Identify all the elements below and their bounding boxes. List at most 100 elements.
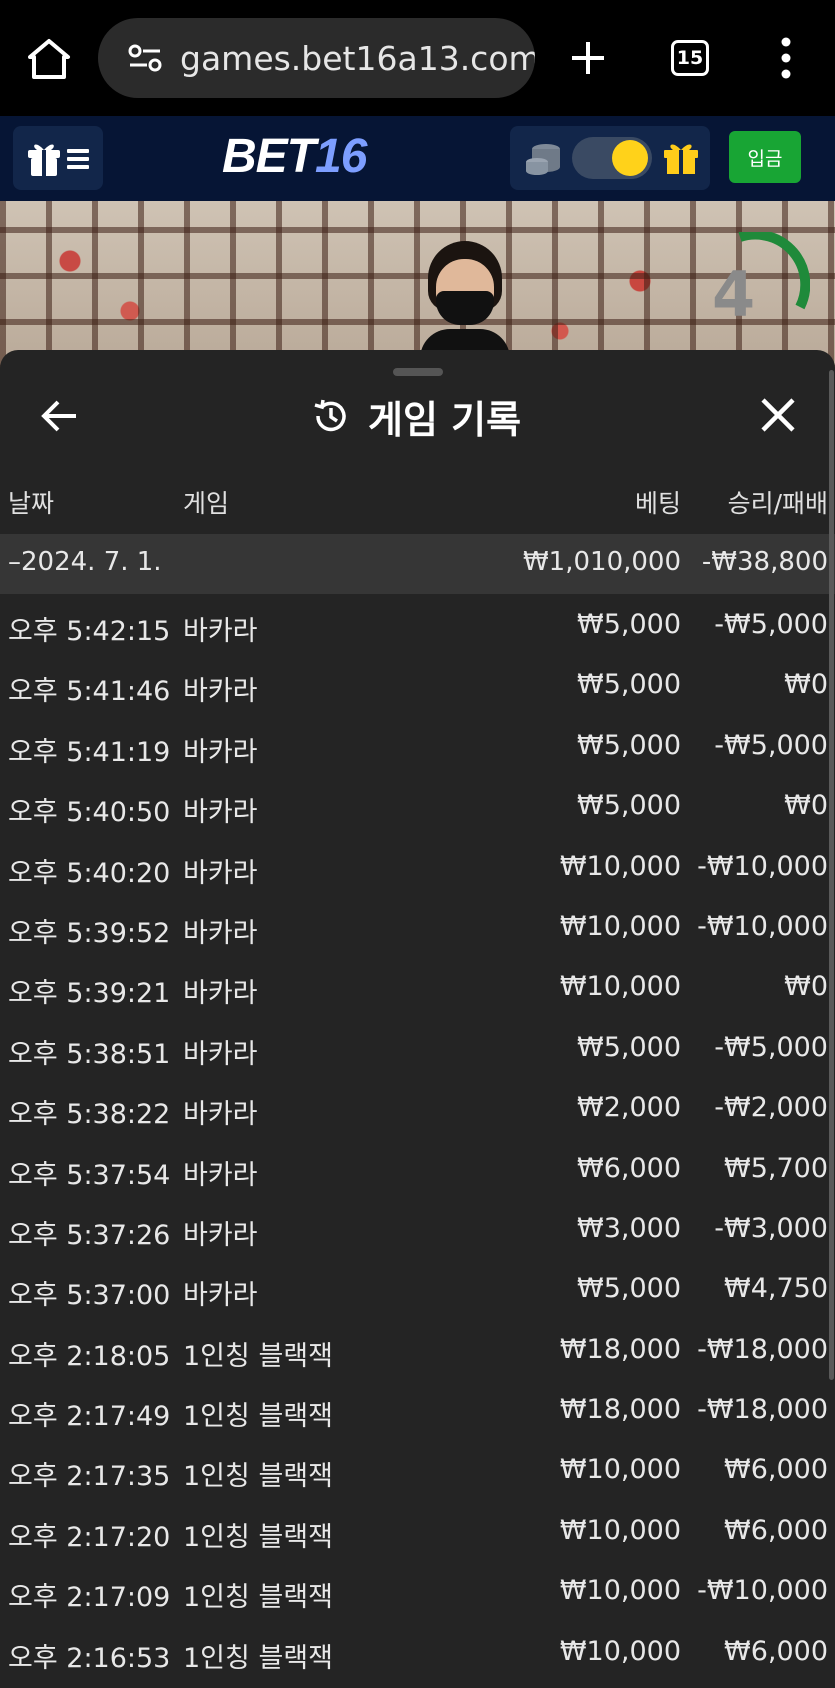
- row-game: 바카라: [183, 917, 258, 949]
- row-result: -₩5,000: [714, 729, 828, 761]
- row-bet: ₩2,000: [577, 1092, 681, 1124]
- row-result: -₩10,000: [697, 1575, 828, 1607]
- row-result: -₩5,000: [714, 609, 828, 640]
- scrollbar[interactable]: [829, 370, 834, 1380]
- brand-logo[interactable]: BET16: [222, 129, 367, 184]
- row-game: 1인칭 블랙잭: [183, 1340, 333, 1372]
- gift-menu-icon: [28, 144, 89, 176]
- row-game: 바카라: [183, 1159, 258, 1191]
- row-game: 1인칭 블랙잭: [183, 1582, 333, 1614]
- row-bet: ₩5,000: [577, 790, 681, 822]
- more-menu-icon[interactable]: [776, 36, 796, 80]
- history-row[interactable]: 오후 5:37:00 바카라 ₩5,000 ₩4,750: [0, 1258, 835, 1318]
- column-header-date: 날짜: [8, 489, 55, 518]
- sheet-drag-handle[interactable]: [393, 368, 443, 376]
- coins-icon[interactable]: [524, 142, 564, 176]
- row-result: -₩3,000: [714, 1212, 828, 1244]
- deposit-button[interactable]: 입금: [729, 131, 801, 183]
- row-time: 오후 2:16:53: [8, 1642, 171, 1674]
- row-result: ₩0: [784, 971, 828, 1003]
- history-row[interactable]: 오후 5:37:54 바카라 ₩6,000 ₩5,700: [0, 1138, 835, 1198]
- site-settings-icon[interactable]: [128, 44, 162, 72]
- row-game: 1인칭 블랙잭: [183, 1521, 333, 1553]
- toggle-knob: [612, 140, 648, 176]
- row-game: 바카라: [183, 978, 258, 1010]
- row-time: 오후 5:39:21: [8, 978, 171, 1010]
- history-row[interactable]: 오후 5:38:22 바카라 ₩2,000 -₩2,000: [0, 1077, 835, 1137]
- history-list: 오후 5:42:15 바카라 ₩5,000 -₩5,000 오후 5:41:46 바카라 ₩…: [0, 594, 835, 1681]
- history-row[interactable]: 오후 2:16:53 1인칭 블랙잭 ₩10,000 ₩6,000: [0, 1621, 835, 1681]
- column-header-game: 게임: [183, 489, 230, 518]
- sheet-header: 게임 기록: [310, 388, 521, 444]
- history-row[interactable]: 오후 2:17:09 1인칭 블랙잭 ₩10,000 -₩10,000: [0, 1560, 835, 1620]
- row-time: 오후 5:42:15: [8, 616, 171, 647]
- history-row[interactable]: 오후 2:17:49 1인칭 블랙잭 ₩18,000 -₩18,000: [0, 1379, 835, 1439]
- history-row[interactable]: 오후 5:37:26 바카라 ₩3,000 -₩3,000: [0, 1198, 835, 1258]
- row-game: 바카라: [183, 857, 258, 889]
- row-bet: ₩3,000: [577, 1212, 681, 1244]
- row-time: 오후 5:37:00: [8, 1280, 171, 1312]
- history-icon: [314, 399, 346, 432]
- history-row[interactable]: 오후 5:40:20 바카라 ₩10,000 -₩10,000: [0, 836, 835, 896]
- row-result: ₩0: [784, 790, 828, 822]
- row-bet: ₩10,000: [559, 971, 681, 1003]
- column-header-result: 승리/패배: [727, 489, 828, 518]
- row-time: 오후 2:17:09: [8, 1582, 171, 1614]
- history-row[interactable]: 오후 2:18:05 1인칭 블랙잭 ₩18,000 -₩18,000: [0, 1319, 835, 1379]
- row-game: 바카라: [183, 1099, 258, 1131]
- countdown-timer: 4: [712, 258, 756, 331]
- row-bet: ₩5,000: [577, 1273, 681, 1305]
- history-row[interactable]: 오후 5:39:52 바카라 ₩10,000 -₩10,000: [0, 896, 835, 956]
- row-bet: ₩5,000: [577, 669, 681, 701]
- history-row[interactable]: 오후 5:41:19 바카라 ₩5,000 -₩5,000: [0, 715, 835, 775]
- group-date: –2024. 7. 1.: [8, 547, 162, 577]
- row-time: 오후 5:40:50: [8, 797, 171, 829]
- new-tab-icon[interactable]: [568, 36, 608, 80]
- row-game: 바카라: [183, 616, 258, 647]
- gift-icon[interactable]: [662, 140, 700, 176]
- gift-menu-button[interactable]: [13, 126, 103, 190]
- row-bet: ₩10,000: [559, 1635, 681, 1667]
- row-result: ₩5,700: [724, 1152, 828, 1184]
- column-header-bet: 베팅: [634, 489, 681, 518]
- row-result: ₩4,750: [724, 1273, 828, 1305]
- history-row[interactable]: 오후 5:42:15 바카라 ₩5,000 -₩5,000: [0, 594, 835, 654]
- row-bet: ₩18,000: [559, 1394, 681, 1426]
- browser-toolbar: games.bet16a13.com/l 15: [0, 0, 835, 116]
- back-arrow-icon[interactable]: [38, 395, 80, 437]
- history-row[interactable]: 오후 2:17:35 1인칭 블랙잭 ₩10,000 ₩6,000: [0, 1439, 835, 1499]
- row-bet: ₩10,000: [559, 910, 681, 942]
- row-bet: ₩10,000: [559, 1454, 681, 1486]
- row-bet: ₩5,000: [577, 609, 681, 640]
- row-result: -₩2,000: [714, 1092, 828, 1124]
- row-result: -₩18,000: [697, 1394, 828, 1426]
- row-game: 바카라: [183, 797, 258, 829]
- date-group-row[interactable]: –2024. 7. 1. ₩1,010,000 -₩38,800: [0, 534, 835, 594]
- row-time: 오후 5:39:52: [8, 917, 171, 949]
- close-icon[interactable]: [758, 395, 798, 435]
- history-row[interactable]: 오후 5:38:51 바카라 ₩5,000 -₩5,000: [0, 1017, 835, 1077]
- row-time: 오후 2:18:05: [8, 1340, 171, 1372]
- home-icon[interactable]: [26, 36, 72, 82]
- row-result: ₩6,000: [724, 1635, 828, 1667]
- address-bar[interactable]: games.bet16a13.com/l: [98, 18, 535, 98]
- history-row[interactable]: 오후 5:39:21 바카라 ₩10,000 ₩0: [0, 956, 835, 1016]
- history-row[interactable]: 오후 5:40:50 바카라 ₩5,000 ₩0: [0, 775, 835, 835]
- coin-toggle[interactable]: [572, 137, 652, 179]
- row-bet: ₩10,000: [559, 1514, 681, 1546]
- history-row[interactable]: 오후 5:41:46 바카라 ₩5,000 ₩0: [0, 654, 835, 714]
- row-game: 1인칭 블랙잭: [183, 1401, 333, 1433]
- row-result: -₩5,000: [714, 1031, 828, 1063]
- row-time: 오후 5:40:20: [8, 857, 171, 889]
- row-time: 오후 2:17:20: [8, 1521, 171, 1553]
- history-row[interactable]: 오후 2:17:20 1인칭 블랙잭 ₩10,000 ₩6,000: [0, 1500, 835, 1560]
- row-result: -₩10,000: [697, 850, 828, 882]
- row-bet: ₩5,000: [577, 1031, 681, 1063]
- row-game: 바카라: [183, 676, 258, 708]
- header-tools: [510, 126, 710, 190]
- group-total-result: -₩38,800: [701, 547, 828, 577]
- row-time: 오후 5:41:19: [8, 736, 171, 768]
- row-game: 바카라: [183, 1038, 258, 1070]
- row-game: 1인칭 블랙잭: [183, 1461, 333, 1493]
- tab-switcher-button[interactable]: 15: [671, 40, 709, 76]
